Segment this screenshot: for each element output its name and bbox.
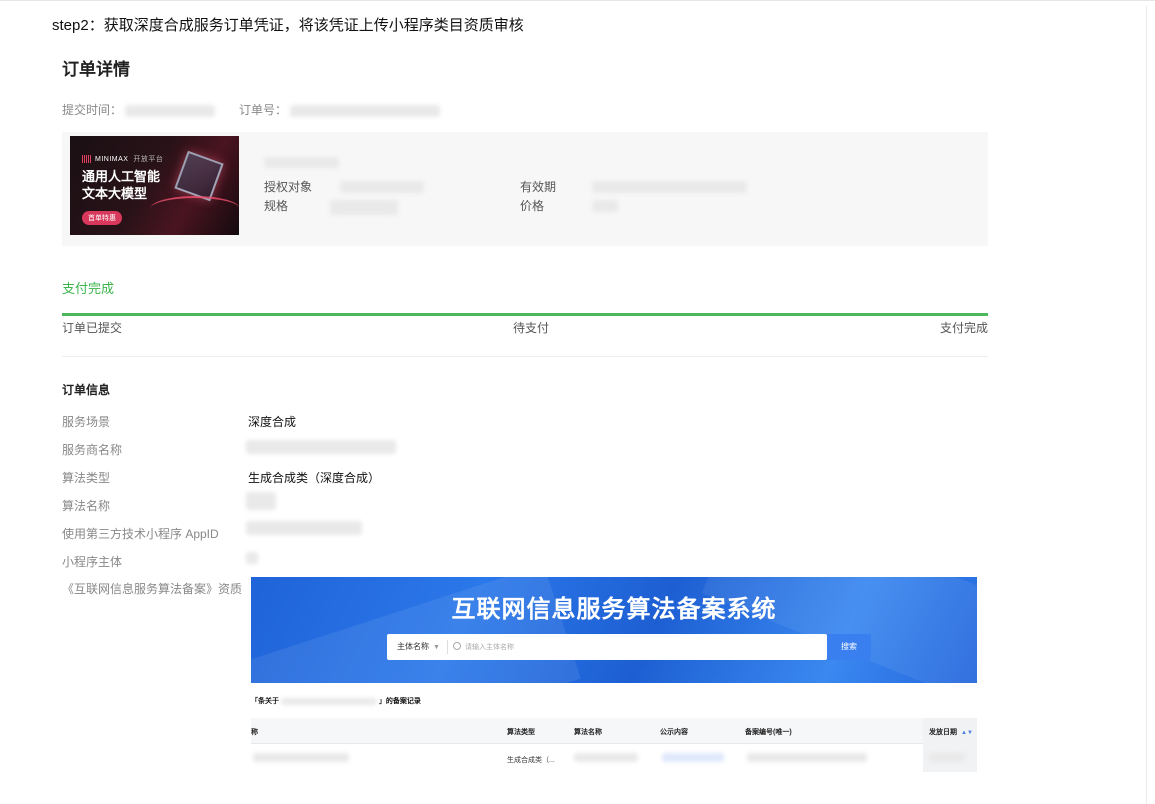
header-name: 称 [251,729,258,736]
appid-label: 使用第三方技术小程序 AppID [62,527,219,541]
payment-progress [62,313,988,316]
issue-date-column: 发放日期 ▲▼ [923,718,977,772]
auth-target-redacted [340,181,424,193]
product-logo: MINIMAX 开放平台 [82,154,163,164]
service-scene-value: 深度合成 [248,415,297,429]
search-button[interactable]: 搜索 [827,634,871,660]
auth-target-label: 授权对象 [264,180,313,194]
header-issue-date[interactable]: 发放日期 ▲▼ [929,727,973,737]
price-redacted [592,200,618,212]
submit-time: 提交时间： [62,101,216,118]
algorithm-filing-label: 《互联网信息服务算法备案》资质 [62,582,243,596]
validity-redacted [592,181,747,193]
spec-label: 规格 [264,199,289,213]
validity-label: 有效期 [520,180,557,194]
product-headline: 通用人工智能文本大模型 [82,169,161,201]
filing-search-box[interactable]: 主体名称 ▼ 请输入主体名称 [387,634,827,660]
algorithm-type-label: 算法类型 [62,471,111,485]
step-pending: 待支付 [513,321,550,335]
service-scene-label: 服务场景 [62,415,111,429]
cube-illustration [174,150,224,202]
search-input[interactable]: 请输入主体名称 [465,642,514,652]
order-detail-title: 订单详情 [62,60,130,79]
header-algorithm-name: 算法名称 [574,729,602,736]
product-badge: 首单特惠 [82,211,122,225]
row-filing-number-redacted [747,753,867,762]
record-caption: 「条关于 」的备案记录 [251,697,421,705]
chevron-down-icon: ▼ [433,644,440,651]
sort-icon[interactable]: ▲▼ [961,730,973,736]
product-name-redacted [264,157,339,168]
provider-name-label: 服务商名称 [62,443,123,457]
step-submitted: 订单已提交 [62,321,123,335]
order-number-label: 订单号： [239,103,288,117]
payment-status: 支付完成 [62,281,115,296]
order-number: 订单号： [239,101,441,118]
search-separator [447,640,448,654]
filing-system-banner: 互联网信息服务算法备案系统 主体名称 ▼ 请输入主体名称 搜索 [251,577,977,683]
header-public-content: 公示内容 [660,729,688,736]
search-icon [453,642,461,650]
step-paid: 支付完成 [940,321,989,335]
swirl-illustration [150,196,239,222]
table-header-row: 称 算法类型 算法名称 公示内容 备案编号(唯一) [251,718,977,744]
product-image: MINIMAX 开放平台 通用人工智能文本大模型 首单特惠 [70,136,239,235]
row-algorithm-type: 生成合成类（... [507,757,555,764]
row-name-redacted [253,753,349,762]
minimax-logo-icon [82,155,92,164]
mini-program-owner-label: 小程序主体 [62,555,123,569]
row-algorithm-name-redacted [574,753,638,762]
record-subject-redacted [280,697,377,705]
product-card: MINIMAX 开放平台 通用人工智能文本大模型 首单特惠 授权对象 规格 有效… [62,132,988,246]
order-info-title: 订单信息 [62,383,111,397]
issue-date-redacted [929,753,965,762]
payment-progress-fill [62,313,988,316]
filing-record-table: 称 算法类型 算法名称 公示内容 备案编号(唯一) 发放日期 ▲▼ 生成合成类（.… [251,718,977,772]
price-label: 价格 [520,199,545,213]
header-filing-number: 备案编号(唯一) [745,729,792,736]
filing-system-title: 互联网信息服务算法备案系统 [451,596,777,623]
provider-name-redacted [246,440,396,454]
step-title: step2：获取深度合成服务订单凭证，将该凭证上传小程序类目资质审核 [52,17,524,34]
top-rule [0,0,1155,6]
appid-redacted [246,521,362,535]
submit-time-label: 提交时间： [62,103,123,117]
algorithm-name-label: 算法名称 [62,499,111,513]
row-public-content-link[interactable] [662,753,724,762]
spec-redacted [330,200,398,215]
submit-time-redacted [125,104,216,117]
order-number-redacted [290,104,441,117]
section-divider [62,356,988,357]
search-scope-select[interactable]: 主体名称 ▼ [397,641,440,652]
mini-program-owner-redacted [246,552,258,564]
algorithm-type-value: 生成合成类（深度合成） [248,471,381,485]
right-rule [1146,6,1147,804]
algorithm-name-redacted [246,492,276,510]
header-algorithm-type: 算法类型 [507,729,535,736]
